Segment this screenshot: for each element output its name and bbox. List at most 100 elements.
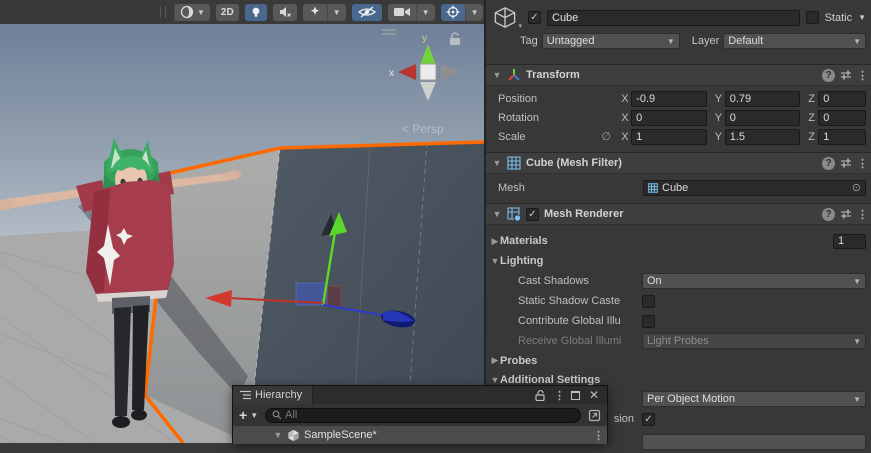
scale-x-field[interactable]: 1 (631, 128, 707, 145)
contribute-gi-checkbox[interactable] (642, 314, 655, 328)
tag-label: Tag (520, 35, 538, 47)
camera-dropdown-button[interactable]: ▼ (415, 3, 435, 21)
help-icon[interactable]: ? (822, 68, 835, 82)
icon-select-caret[interactable]: ▾ (518, 22, 522, 30)
mesh-label: Mesh (498, 181, 525, 194)
position-y-field[interactable]: 0.79 (724, 90, 801, 107)
effects-star-icon (309, 6, 320, 17)
scene-row[interactable]: ▼ SampleScene* ⋮ (233, 426, 607, 444)
toolbar-drag-handle[interactable] (160, 6, 166, 18)
kebab-menu-icon[interactable]: ⋮ (857, 157, 868, 170)
help-icon[interactable]: ? (822, 156, 835, 170)
static-checkbox[interactable] (805, 11, 819, 24)
foldout-caret[interactable]: ▼ (273, 430, 283, 440)
unlock-icon[interactable] (535, 389, 545, 401)
foldout-caret[interactable]: ▼ (492, 209, 502, 219)
scene-visibility-toggle-button[interactable] (351, 3, 382, 21)
tag-dropdown[interactable]: Untagged ▼ (541, 33, 680, 49)
probes-label: Probes (500, 354, 538, 367)
foldout-caret[interactable]: ▶ (490, 236, 500, 247)
kebab-menu-icon[interactable]: ⋮ (857, 208, 868, 221)
static-dropdown-caret[interactable]: ▼ (858, 13, 866, 22)
lighting-group-row[interactable]: ▼ Lighting (486, 251, 871, 271)
transform-header[interactable]: ▼ Transform ? ⋮ (486, 64, 871, 86)
name-field[interactable]: Cube (547, 9, 800, 26)
create-button[interactable]: + (239, 408, 247, 422)
scene-lighting-toggle-button[interactable] (244, 3, 267, 21)
preset-icon[interactable] (840, 157, 852, 169)
mesh-renderer-header[interactable]: ▼ ✓ Mesh Renderer ? ⋮ (486, 203, 871, 225)
hierarchy-titlebar[interactable]: Hierarchy ⋮ ✕ (233, 386, 607, 404)
close-icon[interactable]: ✕ (589, 388, 599, 402)
component-gizmos-button[interactable] (440, 3, 465, 21)
search-icon (272, 410, 282, 420)
component-enabled-checkbox[interactable]: ✓ (526, 207, 539, 221)
maximize-icon[interactable] (570, 390, 580, 400)
dynamic-occlusion-checkbox[interactable]: ✓ (642, 412, 655, 426)
materials-count-field[interactable]: 1 (833, 233, 866, 249)
active-checkbox[interactable]: ✓ (528, 11, 541, 24)
gizmo-center-cube[interactable] (419, 63, 437, 81)
mesh-object-field[interactable]: Cube ⊙ (643, 179, 866, 196)
help-icon[interactable]: ? (822, 207, 835, 221)
component-title: Cube (Mesh Filter) (526, 157, 622, 169)
perspective-mode-label[interactable]: < Persp (402, 122, 444, 136)
mesh-renderer-icon (507, 207, 521, 221)
component-title: Mesh Renderer (544, 208, 624, 220)
scene-viewport[interactable]: y x < Persp (0, 24, 484, 443)
preset-icon[interactable] (840, 69, 852, 81)
x-axis-label: X (621, 111, 629, 124)
y-axis-label: Y (714, 130, 723, 143)
position-z-field[interactable]: 0 (818, 90, 866, 107)
window-menu-icon[interactable]: ⋮ (554, 389, 565, 402)
gameobject-cube-icon (494, 7, 516, 28)
probes-group-row[interactable]: ▶ Probes (486, 351, 871, 370)
static-shadow-caster-checkbox[interactable] (642, 294, 655, 308)
shading-mode-button[interactable]: ▼ (174, 3, 210, 21)
motion-vectors-dropdown[interactable]: Per Object Motion ▼ (642, 391, 866, 407)
materials-row[interactable]: ▶ Materials 1 (486, 231, 871, 251)
foldout-caret[interactable]: ▼ (492, 158, 502, 168)
kebab-menu-icon[interactable]: ⋮ (593, 429, 604, 442)
rotation-y-field[interactable]: 0 (724, 109, 801, 126)
preset-icon[interactable] (840, 208, 852, 220)
partial-bottom-dropdown[interactable] (642, 434, 866, 450)
search-input[interactable]: All (265, 407, 581, 423)
position-x-field[interactable]: -0.9 (631, 90, 707, 107)
materials-label: Materials (500, 235, 548, 247)
x-axis-label: X (621, 130, 629, 143)
light-bulb-icon (252, 7, 260, 17)
create-dropdown-caret[interactable]: ▼ (250, 411, 258, 420)
picker-window-icon[interactable] (588, 409, 601, 422)
y-axis-label: Y (714, 92, 723, 105)
hierarchy-list-icon (240, 390, 251, 400)
object-picker-icon[interactable]: ⊙ (852, 181, 861, 194)
rotation-x-field[interactable]: 0 (631, 109, 707, 126)
kebab-menu-icon[interactable]: ⋮ (857, 69, 868, 82)
foldout-caret[interactable]: ▼ (492, 70, 502, 80)
z-axis-label: Z (808, 92, 816, 105)
scene-camera-button[interactable] (387, 3, 416, 21)
layer-dropdown[interactable]: Default ▼ (723, 33, 866, 49)
hierarchy-tab[interactable]: Hierarchy (233, 386, 314, 404)
foldout-caret[interactable]: ▶ (490, 355, 500, 366)
rotation-z-field[interactable]: 0 (818, 109, 866, 126)
gizmo-x-label: x (389, 68, 394, 79)
scale-z-field[interactable]: 1 (818, 128, 866, 145)
2d-toggle-button[interactable]: 2D (215, 3, 239, 21)
cast-shadows-dropdown[interactable]: On ▼ (642, 273, 866, 289)
effects-dropdown-button[interactable]: ▼ (326, 3, 346, 21)
scale-y-field[interactable]: 1.5 (724, 128, 801, 145)
foldout-caret[interactable]: ▼ (490, 375, 500, 385)
cast-shadows-label: Cast Shadows (518, 275, 589, 287)
gizmos-dropdown-button[interactable]: ▼ (464, 3, 484, 21)
shaded-sphere-icon (180, 5, 194, 19)
foldout-caret[interactable]: ▼ (490, 256, 500, 266)
scale-label: Scale (498, 130, 526, 143)
gizmo-crosshair-icon (446, 5, 460, 19)
mesh-filter-header[interactable]: ▼ Cube (Mesh Filter) ? ⋮ (486, 152, 871, 174)
gizmo-yz-plane-handle[interactable] (326, 285, 342, 308)
constrain-proportions-icon[interactable]: ∅ (601, 130, 621, 143)
scene-audio-toggle-button[interactable] (272, 3, 297, 21)
effects-button[interactable] (302, 3, 327, 21)
